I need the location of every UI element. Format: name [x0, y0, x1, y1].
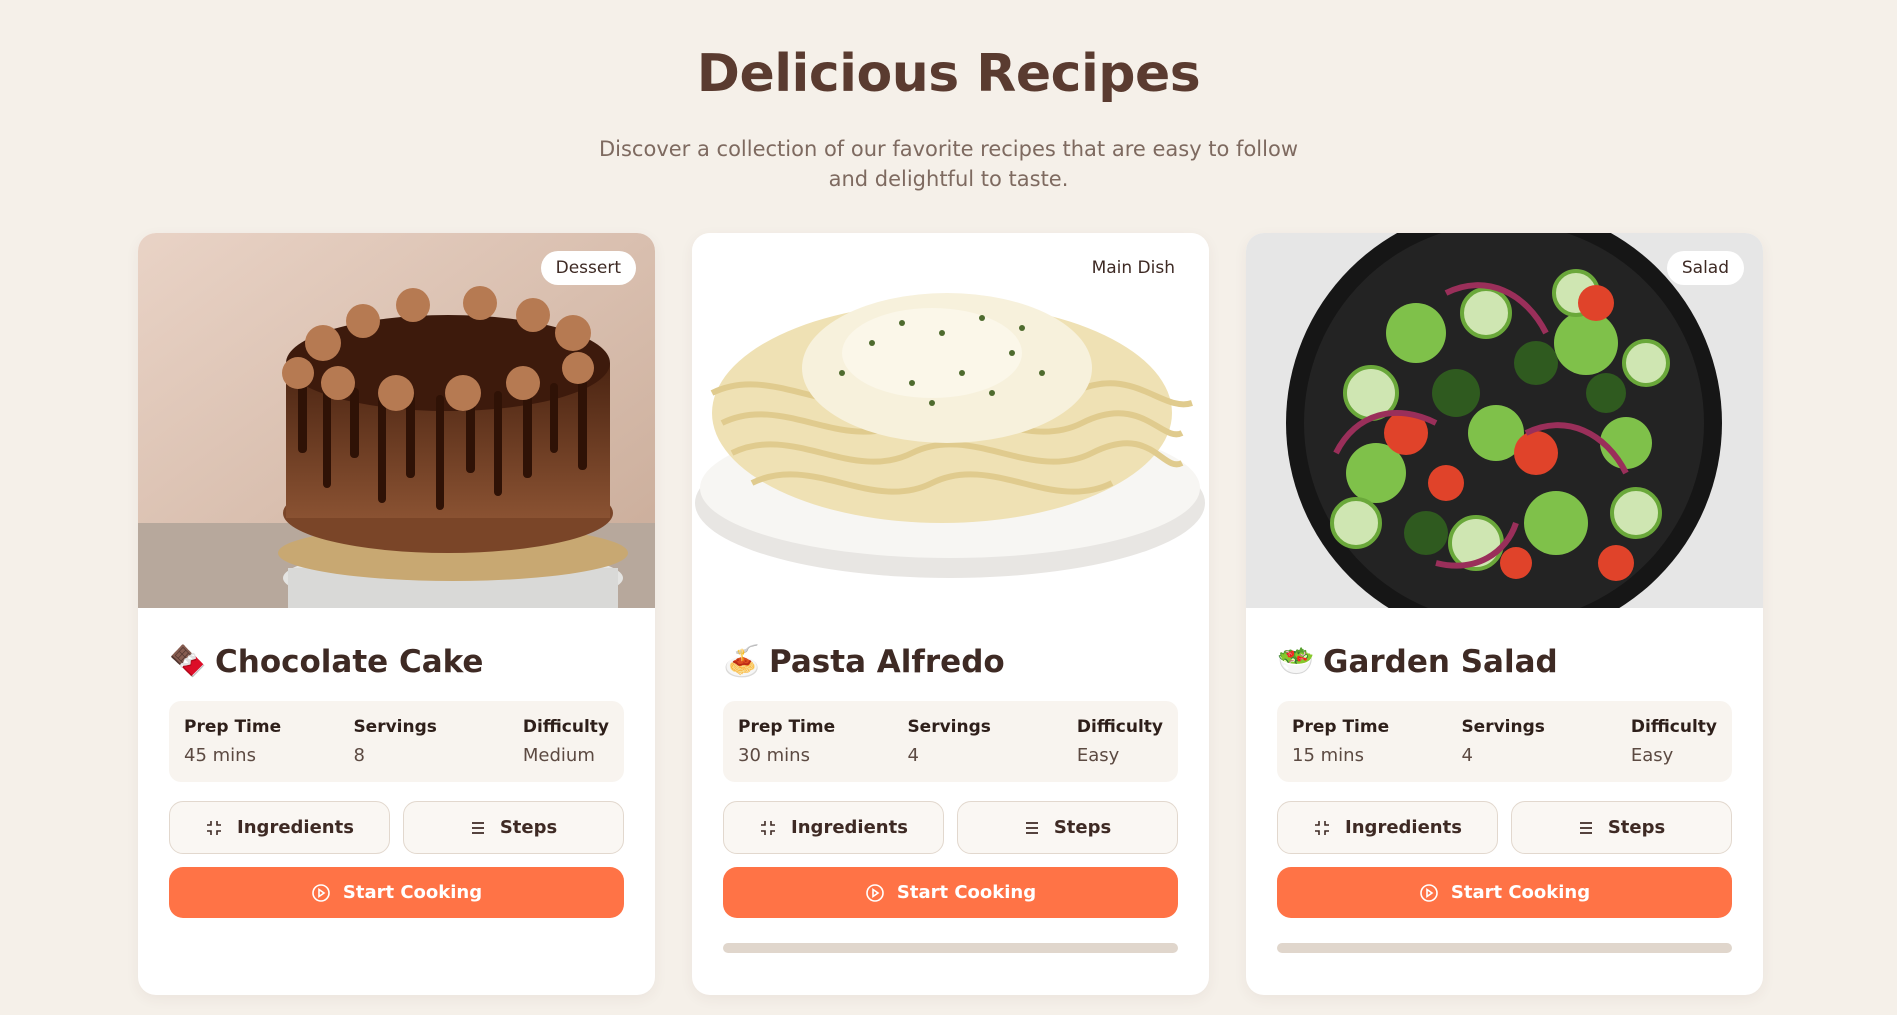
- garden-salad-image: Salad: [1246, 233, 1763, 608]
- list-icon: [1024, 821, 1040, 835]
- start-cooking-button[interactable]: Start Cooking: [1277, 867, 1732, 918]
- page-title: Delicious Recipes: [696, 44, 1201, 104]
- difficulty-value: Medium: [522, 745, 595, 766]
- start-cooking-label: Start Cooking: [896, 882, 1037, 903]
- prep-time-value: 45 mins: [184, 745, 256, 766]
- collapse-arrows-icon: [759, 819, 777, 837]
- cooking-progress-bar: [1277, 943, 1732, 953]
- play-circle-icon: [1419, 883, 1439, 903]
- recipe-cards: Dessert 🍫 Chocolate Cake Prep Time 45 mi…: [138, 233, 1763, 995]
- ingredients-label: Ingredients: [1345, 817, 1462, 838]
- prep-time-label: Prep Time: [184, 717, 282, 737]
- recipe-card-pasta-alfredo: Main Dish 🍝 Pasta Alfredo Prep Time 30 m…: [692, 233, 1209, 995]
- recipe-title: Pasta Alfredo: [769, 644, 1005, 680]
- collapse-arrows-icon: [205, 819, 223, 837]
- servings-value: 4: [1461, 745, 1473, 766]
- start-cooking-button[interactable]: Start Cooking: [723, 867, 1178, 918]
- category-badge: Main Dish: [1076, 251, 1190, 285]
- ingredients-button[interactable]: Ingredients: [1277, 801, 1498, 854]
- pasta-alfredo-photo: [692, 233, 1209, 608]
- servings-label: Servings: [907, 717, 991, 737]
- cooking-progress-bar: [723, 943, 1178, 953]
- steps-button[interactable]: Steps: [1511, 801, 1732, 854]
- recipe-card-garden-salad: Salad 🥗 Garden Salad Prep Time 15 mins S…: [1246, 233, 1763, 995]
- chocolate-cake-photo: [138, 233, 655, 608]
- difficulty-label: Difficulty: [522, 717, 609, 737]
- prep-time-label: Prep Time: [738, 717, 836, 737]
- steps-button[interactable]: Steps: [403, 801, 624, 854]
- servings-value: 8: [353, 745, 365, 766]
- servings-label: Servings: [1461, 717, 1545, 737]
- ingredients-label: Ingredients: [791, 817, 908, 838]
- start-cooking-button[interactable]: Start Cooking: [169, 867, 624, 918]
- chocolate-bar-icon: 🍫: [169, 644, 207, 679]
- recipe-card-chocolate-cake: Dessert 🍫 Chocolate Cake Prep Time 45 mi…: [138, 233, 655, 995]
- difficulty-label: Difficulty: [1630, 717, 1717, 737]
- list-icon: [470, 821, 486, 835]
- start-cooking-label: Start Cooking: [342, 882, 483, 903]
- steps-label: Steps: [1053, 817, 1112, 838]
- spaghetti-icon: 🍝: [723, 644, 761, 679]
- recipe-stats: Prep Time 45 mins Servings 8 Difficulty …: [169, 701, 624, 782]
- servings-value: 4: [907, 745, 919, 766]
- difficulty-value: Easy: [1630, 745, 1674, 766]
- page-subtitle: Discover a collection of our favorite re…: [598, 137, 1298, 191]
- prep-time-value: 15 mins: [1292, 745, 1364, 766]
- ingredients-label: Ingredients: [237, 817, 354, 838]
- prep-time-label: Prep Time: [1292, 717, 1390, 737]
- servings-label: Servings: [353, 717, 437, 737]
- ingredients-button[interactable]: Ingredients: [723, 801, 944, 854]
- play-circle-icon: [311, 883, 331, 903]
- list-icon: [1578, 821, 1594, 835]
- steps-button[interactable]: Steps: [957, 801, 1178, 854]
- pasta-alfredo-image: Main Dish: [692, 233, 1209, 608]
- recipe-title: Garden Salad: [1323, 644, 1558, 680]
- steps-label: Steps: [1607, 817, 1666, 838]
- recipe-stats: Prep Time 15 mins Servings 4 Difficulty …: [1277, 701, 1732, 782]
- start-cooking-label: Start Cooking: [1450, 882, 1591, 903]
- steps-label: Steps: [499, 817, 558, 838]
- recipe-stats: Prep Time 30 mins Servings 4 Difficulty …: [723, 701, 1178, 782]
- salad-bowl-icon: 🥗: [1277, 644, 1315, 679]
- garden-salad-photo: [1246, 233, 1763, 608]
- chocolate-cake-image: Dessert: [138, 233, 655, 608]
- recipe-title: Chocolate Cake: [215, 644, 484, 680]
- play-circle-icon: [865, 883, 885, 903]
- page-header: Delicious Recipes Discover a collection …: [0, 0, 1897, 194]
- ingredients-button[interactable]: Ingredients: [169, 801, 390, 854]
- category-badge: Dessert: [540, 251, 636, 285]
- collapse-arrows-icon: [1313, 819, 1331, 837]
- category-badge: Salad: [1666, 251, 1744, 285]
- difficulty-label: Difficulty: [1076, 717, 1163, 737]
- difficulty-value: Easy: [1076, 745, 1120, 766]
- prep-time-value: 30 mins: [738, 745, 810, 766]
